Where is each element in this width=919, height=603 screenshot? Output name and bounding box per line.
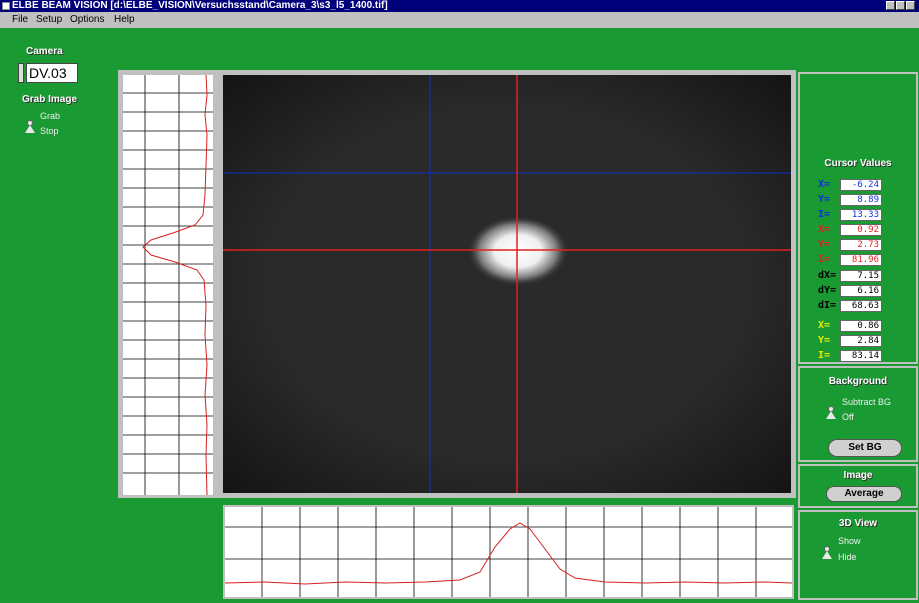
window-title: ELBE BEAM VISION [d:\ELBE_VISION\Versuch… — [12, 0, 388, 11]
grab-image-label: Grab Image — [22, 94, 78, 105]
cursor-label: I= — [818, 209, 831, 220]
cursor-label: X= — [818, 179, 831, 190]
image-panel: Image Average — [798, 464, 918, 508]
vertical-profile-svg — [123, 74, 213, 496]
background-panel: Background Subtract BG Off Set BG — [798, 366, 918, 462]
horizontal-profile-svg — [224, 507, 793, 597]
menu-file[interactable]: File — [12, 12, 28, 28]
cursor-label: Y= — [818, 239, 831, 250]
cursor-value-field: 0.92 — [840, 224, 882, 236]
cursor-value-field: 0.86 — [840, 320, 882, 332]
cursor-value-field: 83.14 — [840, 350, 882, 362]
average-button[interactable]: Average — [826, 486, 902, 502]
cursor-label: X= — [818, 224, 831, 235]
off-option-label: Off — [842, 412, 854, 422]
camera-image-svg — [223, 75, 791, 493]
view3d-title: 3D View — [838, 518, 878, 529]
close-button[interactable] — [906, 1, 915, 10]
subtract-bg-option-label: Subtract BG — [842, 397, 892, 407]
view3d-panel: 3D View Show Hide — [798, 510, 918, 600]
app-icon[interactable] — [2, 2, 10, 10]
minimize-button[interactable] — [886, 1, 895, 10]
cursor-label: dI= — [818, 300, 837, 311]
menu-bar: File Setup Options Help — [0, 12, 919, 28]
cursor-value-field: 8.89 — [840, 194, 882, 206]
camera-spin-button[interactable] — [18, 63, 24, 83]
cursor-value-field: 81.96 — [840, 254, 882, 266]
vertical-profile-trace — [142, 74, 208, 496]
menu-options[interactable]: Options — [70, 12, 104, 28]
grab-toggle-switch[interactable] — [25, 120, 35, 133]
cursor-label: dX= — [818, 270, 837, 281]
menu-setup[interactable]: Setup — [36, 12, 62, 28]
horizontal-profile-plot — [223, 505, 794, 599]
camera-label: Camera — [26, 46, 63, 57]
grab-option-label: Grab — [40, 111, 61, 121]
horizontal-profile-trace — [224, 522, 793, 585]
cursor-value-field: 2.73 — [840, 239, 882, 251]
stop-option-label: Stop — [40, 126, 59, 136]
cursor-value-field: 13.33 — [840, 209, 882, 221]
cursor-value-field: 7.15 — [840, 270, 882, 282]
cursor-label: Y= — [818, 335, 831, 346]
cursor-label: I= — [818, 350, 831, 361]
cursor-values-title: Cursor Values — [824, 158, 892, 169]
show-option-label: Show — [838, 536, 861, 546]
background-title: Background — [828, 376, 888, 387]
beam-spot — [466, 215, 570, 287]
cursor-values-panel: Cursor Values X= -6.24 Y= 8.89 I= 13.33 … — [798, 72, 918, 364]
cursor-label: I= — [818, 254, 831, 265]
cursor-value-field: 68.63 — [840, 300, 882, 312]
title-bar: ELBE BEAM VISION [d:\ELBE_VISION\Versuch… — [0, 0, 919, 12]
cursor-label: X= — [818, 320, 831, 331]
cursor-value-field: 2.84 — [840, 335, 882, 347]
cursor-label: dY= — [818, 285, 837, 296]
cursor-value-field: -6.24 — [840, 179, 882, 191]
cursor-label: Y= — [818, 194, 831, 205]
vertical-profile-plot — [123, 74, 213, 496]
hide-option-label: Hide — [838, 552, 857, 562]
camera-image-view[interactable] — [223, 75, 791, 493]
maximize-button[interactable] — [896, 1, 905, 10]
view3d-toggle-switch[interactable] — [822, 546, 832, 559]
background-toggle-switch[interactable] — [826, 406, 836, 419]
image-title: Image — [843, 470, 873, 481]
cursor-value-field: 6.16 — [840, 285, 882, 297]
menu-help[interactable]: Help — [114, 12, 135, 28]
set-bg-button[interactable]: Set BG — [828, 439, 902, 457]
camera-selector[interactable]: DV.03 — [26, 63, 78, 83]
